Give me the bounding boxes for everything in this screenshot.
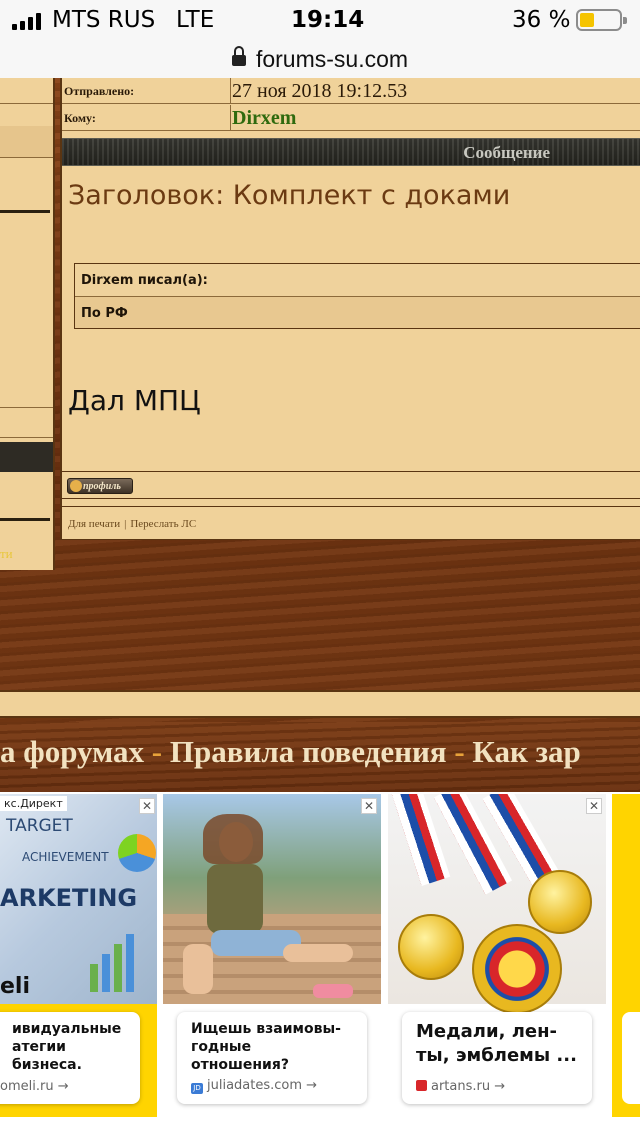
message-subject: Заголовок: Комплект с доками <box>68 180 511 211</box>
footer-nav: а форумах - Правила поведения - Как зар <box>0 722 640 792</box>
to-label: Кому: <box>64 111 96 125</box>
ad-card-marketing[interactable]: TARGET ACHIEVEMENT ARKETING кс.Директ ✕ … <box>0 794 157 1117</box>
ad-domain[interactable]: omeli.ru → <box>0 1079 69 1094</box>
ad-card-medals[interactable]: ✕ Медали, лен- ты, эмблемы ... artans.ru… <box>388 794 606 1117</box>
user-icon <box>70 480 82 492</box>
message-header-title: Сообщение <box>463 143 550 162</box>
ad-image-dating <box>163 794 381 1004</box>
carrier-name: MTS RUS <box>52 7 156 33</box>
message-actions: Для печати | Переслать ЛС <box>68 518 197 530</box>
sent-label: Отправлено: <box>64 84 135 98</box>
ad-card-dating[interactable]: ✕ Ищешь взаимовы- годные отношения? JD ju… <box>163 794 381 1117</box>
sent-row: Отправлено: 27 ноя 2018 19:12.53 <box>62 78 640 104</box>
nav-link-forums[interactable]: а форумах <box>0 734 144 769</box>
ad-domain[interactable]: artans.ru → <box>416 1079 505 1094</box>
to-value-link[interactable]: Dirxem <box>232 107 296 130</box>
ad-close-icon[interactable]: ✕ <box>586 798 602 814</box>
to-row: Кому: Dirxem <box>62 105 640 131</box>
status-bar: MTS RUS LTE 19:14 36 % <box>0 0 640 40</box>
nav-link-rules[interactable]: Правила поведения <box>170 734 447 769</box>
quote-author: Dirxem писал(а): <box>81 273 208 288</box>
status-time: 19:14 <box>291 7 365 33</box>
footer-band <box>0 690 640 718</box>
signal-strength-icon <box>12 12 41 30</box>
ad-close-icon[interactable]: ✕ <box>361 798 377 814</box>
ad-title: Медали, лен- ты, эмблемы ... <box>416 1021 577 1066</box>
ad-image-medals <box>388 794 606 1014</box>
address-bar[interactable]: forums-su.com <box>0 40 640 78</box>
ad-source-label: кс.Директ <box>0 796 67 811</box>
quote-text: По РФ <box>81 306 128 321</box>
ad-text-card: Ищешь взаимовы- годные отношения? JD juli… <box>177 1012 367 1104</box>
ad-text-card: Медали, лен- ты, эмблемы ... artans.ru → <box>402 1012 592 1104</box>
ad-image-marketing: TARGET ACHIEVEMENT ARKETING <box>0 794 157 1004</box>
battery-icon <box>576 9 627 31</box>
nav-link-how[interactable]: Как зар <box>472 734 580 769</box>
sent-value: 27 ноя 2018 19:12.53 <box>232 80 408 102</box>
ad-card-partial[interactable] <box>612 794 640 1117</box>
url-text: forums-su.com <box>255 45 409 72</box>
battery-percent: 36 % <box>512 7 571 33</box>
favicon-icon <box>416 1080 427 1091</box>
ad-text-card: ивидуальные атегии бизнеса. omeli.ru → <box>0 1012 140 1104</box>
message-header-bar: Сообщение <box>62 138 640 166</box>
ad-carousel: TARGET ACHIEVEMENT ARKETING кс.Директ ✕ … <box>0 792 640 1136</box>
ad-title: ивидуальные атегии бизнеса. <box>12 1021 122 1073</box>
print-link[interactable]: Для печати <box>68 518 120 530</box>
ad-domain[interactable]: JD juliadates.com → <box>191 1078 317 1094</box>
sidebar-link-fragment[interactable]: ти <box>0 546 13 562</box>
message-body: Дал МПЦ <box>68 384 201 417</box>
lock-icon <box>231 46 246 68</box>
ad-brand: eli <box>0 974 31 999</box>
left-sidebar: ти <box>0 78 55 570</box>
profile-button[interactable]: профиль <box>67 478 133 494</box>
forward-pm-link[interactable]: Переслать ЛС <box>130 518 196 530</box>
message-panel: Отправлено: 27 ноя 2018 19:12.53 Кому: D… <box>60 78 640 540</box>
ad-close-icon[interactable]: ✕ <box>139 798 155 814</box>
favicon-icon: JD <box>191 1083 203 1094</box>
network-type: LTE <box>176 7 215 33</box>
quote-block: Dirxem писал(а): По РФ <box>74 263 640 329</box>
ad-title: Ищешь взаимовы- годные отношения? <box>191 1021 341 1073</box>
